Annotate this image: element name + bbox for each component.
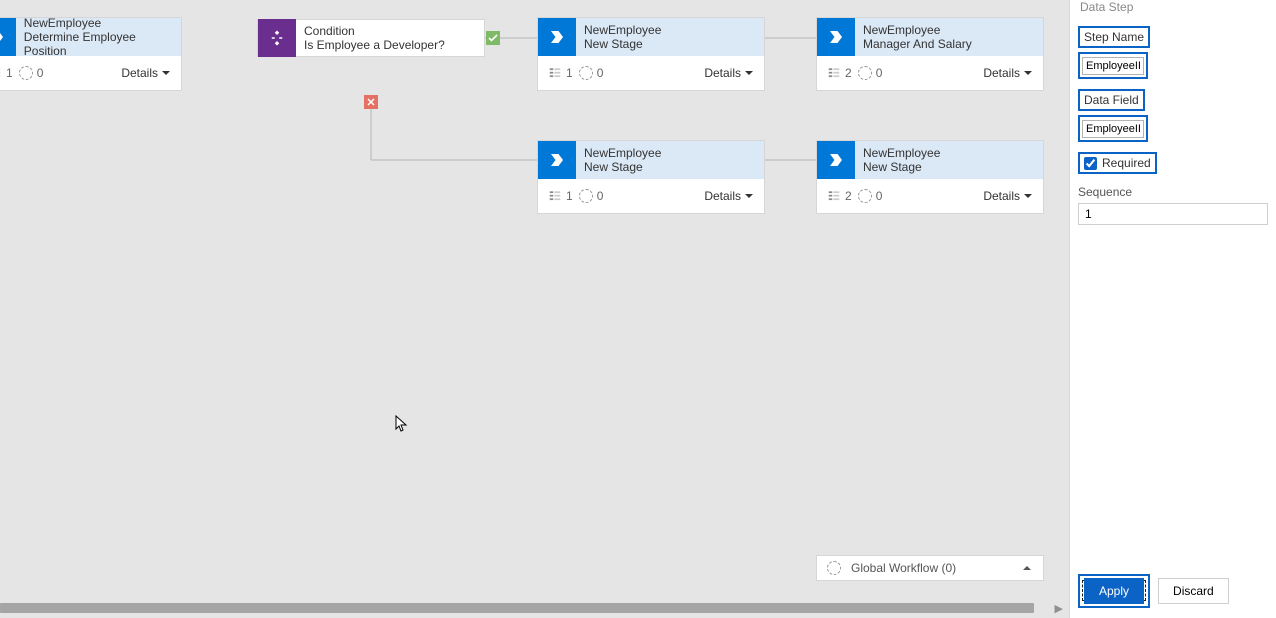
sequence-label: Sequence bbox=[1078, 185, 1268, 199]
stage-icon bbox=[538, 141, 576, 179]
stage-node-determine-position[interactable]: NewEmployee Determine Employee Position … bbox=[0, 17, 182, 91]
stage-icon bbox=[817, 18, 855, 56]
workflow-icon bbox=[827, 561, 841, 575]
connectors bbox=[0, 0, 1069, 618]
node-title: NewEmployee bbox=[584, 23, 661, 37]
node-subtitle: New Stage bbox=[584, 37, 661, 51]
details-button[interactable]: Details bbox=[983, 189, 1033, 203]
sequence-input[interactable] bbox=[1078, 203, 1268, 225]
steps-count: 2 bbox=[827, 189, 852, 203]
details-button[interactable]: Details bbox=[704, 189, 754, 203]
step-name-label: Step Name bbox=[1080, 28, 1148, 46]
stage-node-new-stage-bottom-left[interactable]: NewEmployee New Stage 1 0 Details bbox=[537, 140, 765, 214]
step-name-input[interactable] bbox=[1082, 57, 1144, 75]
condition-no-icon bbox=[364, 95, 378, 109]
chevron-up-icon bbox=[1021, 562, 1033, 574]
scroll-right-arrow[interactable]: ▶ bbox=[1055, 602, 1063, 615]
data-field-input[interactable] bbox=[1082, 120, 1144, 138]
apply-button[interactable]: Apply bbox=[1084, 578, 1144, 604]
branch-count: 0 bbox=[19, 66, 44, 80]
stage-node-manager-salary[interactable]: NewEmployee Manager And Salary 2 0 Detai… bbox=[816, 17, 1044, 91]
details-button[interactable]: Details bbox=[704, 66, 754, 80]
properties-panel: Data Step Step Name Data Field Required … bbox=[1069, 0, 1276, 618]
condition-icon bbox=[258, 19, 296, 57]
branch-count: 0 bbox=[858, 66, 883, 80]
node-title: NewEmployee bbox=[24, 16, 181, 30]
node-subtitle: Is Employee a Developer? bbox=[304, 38, 445, 52]
details-button[interactable]: Details bbox=[983, 66, 1033, 80]
steps-count: 1 bbox=[0, 66, 13, 80]
stage-node-new-stage-bottom-right[interactable]: NewEmployee New Stage 2 0 Details bbox=[816, 140, 1044, 214]
details-button[interactable]: Details bbox=[121, 66, 171, 80]
steps-count: 1 bbox=[548, 66, 573, 80]
condition-node[interactable]: Condition Is Employee a Developer? bbox=[257, 19, 485, 57]
node-title: NewEmployee bbox=[584, 146, 661, 160]
mouse-cursor bbox=[395, 415, 409, 433]
node-title: NewEmployee bbox=[863, 146, 940, 160]
stage-icon bbox=[538, 18, 576, 56]
stage-node-new-stage-top[interactable]: NewEmployee New Stage 1 0 Details bbox=[537, 17, 765, 91]
panel-header: Data Step bbox=[1078, 0, 1268, 20]
data-field-label: Data Field bbox=[1080, 91, 1143, 109]
steps-count: 1 bbox=[548, 189, 573, 203]
node-title: NewEmployee bbox=[863, 23, 972, 37]
node-subtitle: Determine Employee Position bbox=[24, 30, 181, 58]
required-label: Required bbox=[1102, 156, 1151, 170]
horizontal-scrollbar[interactable] bbox=[0, 603, 1034, 613]
condition-yes-icon bbox=[486, 31, 500, 45]
stage-icon bbox=[0, 18, 16, 56]
global-workflow-label: Global Workflow (0) bbox=[851, 561, 956, 575]
stage-icon bbox=[817, 141, 855, 179]
branch-count: 0 bbox=[579, 189, 604, 203]
node-title: Condition bbox=[304, 24, 445, 38]
node-subtitle: New Stage bbox=[584, 160, 661, 174]
steps-count: 2 bbox=[827, 66, 852, 80]
required-checkbox[interactable] bbox=[1084, 157, 1097, 170]
global-workflow-bar[interactable]: Global Workflow (0) bbox=[816, 555, 1044, 581]
branch-count: 0 bbox=[579, 66, 604, 80]
flow-canvas[interactable]: NewEmployee Determine Employee Position … bbox=[0, 0, 1069, 618]
node-subtitle: Manager And Salary bbox=[863, 37, 972, 51]
branch-count: 0 bbox=[858, 189, 883, 203]
node-subtitle: New Stage bbox=[863, 160, 940, 174]
discard-button[interactable]: Discard bbox=[1158, 578, 1229, 604]
